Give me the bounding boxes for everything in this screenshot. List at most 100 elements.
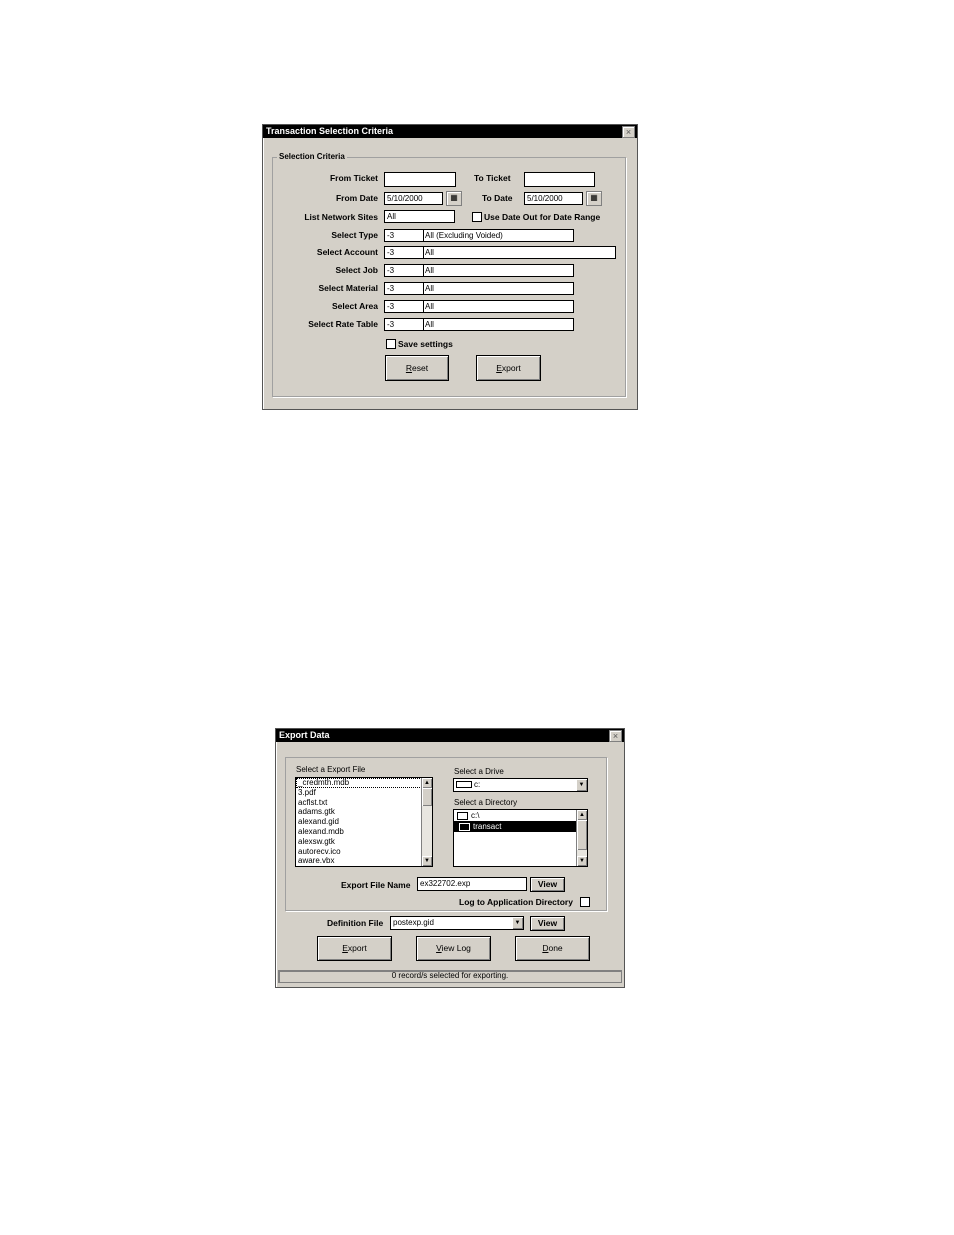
- directory-list[interactable]: c:\ transact ▲ ▼: [453, 809, 588, 867]
- transaction-window-title: Transaction Selection Criteria: [266, 126, 394, 136]
- log-to-app-dir-checkbox[interactable]: [580, 897, 590, 907]
- close-icon[interactable]: ×: [622, 126, 635, 138]
- select-type-code: -3: [387, 231, 395, 240]
- select-account-code: -3: [387, 248, 395, 257]
- select-job-code: -3: [387, 266, 395, 275]
- file-list-item[interactable]: adams.gtk: [296, 807, 432, 817]
- to-date-calendar-icon[interactable]: ▦: [586, 191, 602, 206]
- file-list-item[interactable]: 3.pdf: [296, 788, 432, 798]
- directory-item-root[interactable]: c:\: [454, 810, 587, 821]
- select-rate-table-desc: All: [425, 320, 434, 329]
- view-export-file-button[interactable]: View: [530, 877, 565, 892]
- select-job-label: Select Job: [335, 265, 378, 275]
- select-drive-label: Select a Drive: [454, 767, 504, 776]
- export-file-name-label: Export File Name: [341, 880, 411, 890]
- select-material-code: -3: [387, 284, 395, 293]
- select-rate-table-code: -3: [387, 320, 395, 329]
- from-date-calendar-icon[interactable]: ▦: [446, 191, 462, 206]
- scroll-thumb[interactable]: [422, 788, 432, 806]
- to-ticket-input[interactable]: [524, 172, 595, 187]
- file-list-item[interactable]: autorecv.ico: [296, 847, 432, 857]
- select-job-field[interactable]: -3 All: [384, 264, 574, 277]
- list-network-sites-input[interactable]: All: [384, 210, 455, 223]
- select-rate-table-label: Select Rate Table: [308, 319, 378, 329]
- folder-open-icon: [457, 811, 468, 820]
- select-export-file-label: Select a Export File: [296, 765, 366, 774]
- drive-icon: [456, 781, 472, 789]
- select-account-label: Select Account: [316, 247, 378, 257]
- directory-item-label: c:\: [471, 811, 480, 820]
- file-list-item[interactable]: alexand.mdb: [296, 827, 432, 837]
- scroll-thumb[interactable]: [577, 820, 587, 850]
- select-area-code: -3: [387, 302, 395, 311]
- export-file-list[interactable]: _credmth.mdb 3.pdf acflst.txt adams.gtk alex…: [295, 777, 433, 867]
- select-account-field[interactable]: -3 All: [384, 246, 616, 259]
- scroll-down-arrow-icon[interactable]: ▼: [577, 856, 587, 866]
- log-to-app-dir-label: Log to Application Directory: [459, 897, 573, 907]
- scroll-down-arrow-icon[interactable]: ▼: [422, 856, 432, 866]
- select-type-desc: All (Excluding Voided): [425, 231, 503, 240]
- export-label-rest: xport: [501, 363, 521, 373]
- view-definition-file-button[interactable]: View: [530, 916, 565, 931]
- chevron-down-icon[interactable]: ▼: [576, 779, 587, 791]
- export-file-name-input[interactable]: ex322702.exp: [417, 877, 527, 891]
- chevron-down-icon[interactable]: ▼: [512, 917, 523, 929]
- directory-list-scrollbar[interactable]: ▲ ▼: [576, 810, 587, 866]
- folder-open-icon: [459, 822, 470, 831]
- from-ticket-input[interactable]: [384, 172, 456, 187]
- scroll-up-arrow-icon[interactable]: ▲: [422, 778, 432, 788]
- select-material-field[interactable]: -3 All: [384, 282, 574, 295]
- export-title-bar[interactable]: Export Data ×: [276, 729, 624, 742]
- view-log-button[interactable]: View Log: [416, 936, 491, 961]
- scroll-up-arrow-icon[interactable]: ▲: [577, 810, 587, 820]
- file-list-items: _credmth.mdb 3.pdf acflst.txt adams.gtk alex…: [296, 778, 432, 866]
- field-divider: [423, 247, 424, 258]
- transaction-title-bar[interactable]: Transaction Selection Criteria ×: [263, 125, 637, 138]
- transaction-selection-window: Transaction Selection Criteria × Selecti…: [262, 124, 638, 410]
- save-settings-checkbox[interactable]: [386, 339, 396, 349]
- done-label-rest: one: [548, 943, 563, 953]
- drive-select[interactable]: c: ▼: [453, 778, 588, 792]
- select-material-label: Select Material: [318, 283, 378, 293]
- use-date-out-label: Use Date Out for Date Range: [484, 212, 601, 222]
- view-log-label-rest: iew Log: [441, 943, 471, 953]
- export-data-window: Export Data × Select a Export File _cred…: [275, 728, 625, 988]
- file-list-scrollbar[interactable]: ▲ ▼: [421, 778, 432, 866]
- done-button[interactable]: Done: [515, 936, 590, 961]
- file-list-item[interactable]: alexsw.gtk: [296, 837, 432, 847]
- select-area-label: Select Area: [332, 301, 378, 311]
- field-divider: [423, 230, 424, 241]
- field-divider: [423, 283, 424, 294]
- to-date-input[interactable]: 5/10/2000: [524, 192, 583, 205]
- definition-file-label: Definition File: [327, 918, 384, 928]
- file-list-item[interactable]: alexand.gid: [296, 817, 432, 827]
- status-bar: 0 record/s selected for exporting.: [278, 970, 622, 983]
- select-job-desc: All: [425, 266, 434, 275]
- save-settings-label: Save settings: [398, 339, 453, 349]
- to-date-label: To Date: [482, 193, 513, 203]
- select-area-desc: All: [425, 302, 434, 311]
- select-type-field[interactable]: -3 All (Excluding Voided): [384, 229, 574, 242]
- file-list-item[interactable]: _credmth.mdb: [296, 778, 432, 788]
- select-type-label: Select Type: [331, 230, 378, 240]
- file-list-item[interactable]: acflst.txt: [296, 798, 432, 808]
- select-area-field[interactable]: -3 All: [384, 300, 574, 313]
- export-data-button[interactable]: Export: [317, 936, 392, 961]
- definition-file-select[interactable]: postexp.gid ▼: [390, 916, 524, 930]
- from-ticket-label: From Ticket: [329, 173, 378, 183]
- select-directory-label: Select a Directory: [454, 798, 518, 807]
- select-rate-table-field[interactable]: -3 All: [384, 318, 574, 331]
- select-material-desc: All: [425, 284, 434, 293]
- from-date-input[interactable]: 5/10/2000: [384, 192, 443, 205]
- field-divider: [423, 265, 424, 276]
- directory-item-transact[interactable]: transact: [454, 821, 577, 832]
- file-list-item[interactable]: aware.vbx: [296, 856, 432, 866]
- field-divider: [423, 319, 424, 330]
- directory-item-label: transact: [473, 822, 502, 831]
- drive-value: c:: [474, 780, 481, 789]
- export-button[interactable]: Export: [476, 355, 541, 381]
- to-ticket-label: To Ticket: [474, 173, 511, 183]
- reset-button[interactable]: Reset: [385, 355, 449, 381]
- use-date-out-checkbox[interactable]: [472, 212, 482, 222]
- close-icon[interactable]: ×: [609, 730, 622, 742]
